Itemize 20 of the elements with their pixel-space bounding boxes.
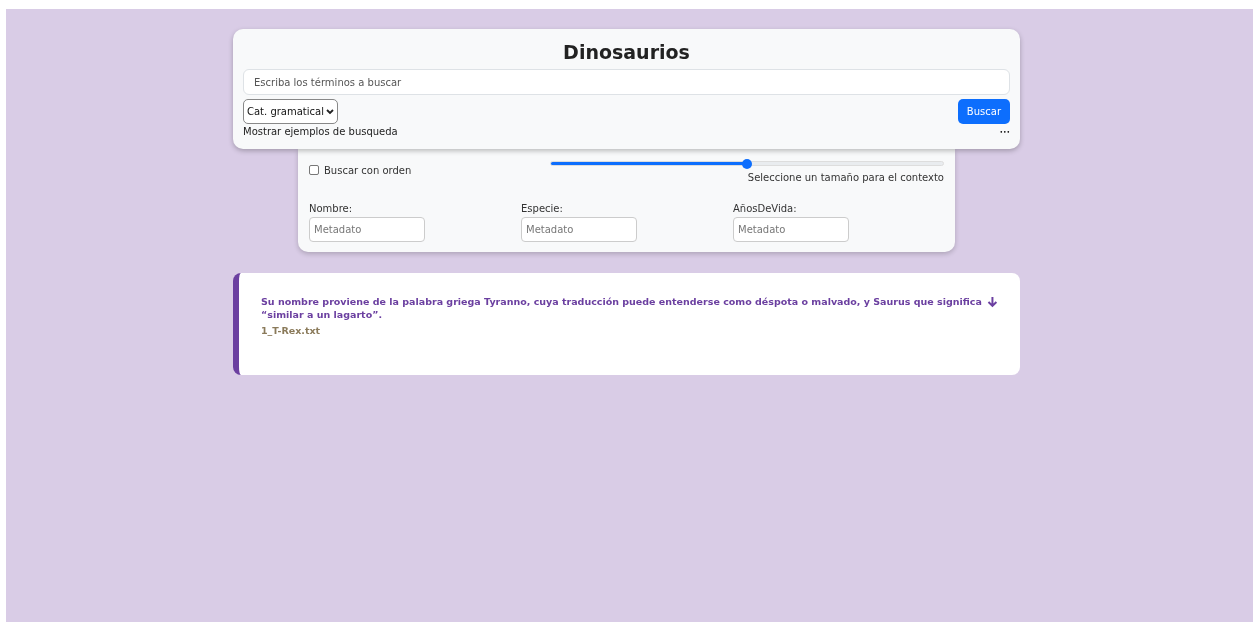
examples-link[interactable]: Mostrar ejemplos de busqueda bbox=[243, 126, 398, 137]
search-field[interactable]: Escriba los términos a buscar bbox=[243, 69, 1010, 95]
slider-thumb[interactable] bbox=[742, 159, 752, 169]
arrow-down-icon[interactable] bbox=[987, 296, 998, 308]
field-label: Especie: bbox=[521, 203, 564, 214]
page-title: Dinosaurios bbox=[562, 41, 691, 63]
result-text: Su nombre proviene de la palabra griega Tyranno, cuya traducción puede entenderse como déspota o malvado, y Saurus que significa “similar a un lagarto”. bbox=[261, 295, 983, 322]
caret-icon bbox=[325, 108, 334, 115]
file-name: 1_T-Rex.txt bbox=[261, 324, 322, 336]
slider-label: Seleccione un tamaño para el contexto bbox=[747, 172, 944, 183]
checkbox-label: Buscar con orden bbox=[324, 164, 412, 176]
metadata-field[interactable]: Metadato bbox=[309, 217, 425, 242]
category-dropdown[interactable]: Cat. gramatical bbox=[243, 99, 338, 124]
context-slider[interactable] bbox=[550, 161, 944, 166]
order-checkbox[interactable] bbox=[309, 165, 319, 175]
metadata-field[interactable]: Metadato bbox=[521, 217, 637, 242]
search-button[interactable]: Buscar bbox=[957, 99, 1010, 124]
metadata-field[interactable]: Metadato bbox=[733, 217, 849, 242]
field-label: Nombre: bbox=[309, 203, 354, 214]
field-label: AñosDeVida: bbox=[733, 203, 798, 214]
